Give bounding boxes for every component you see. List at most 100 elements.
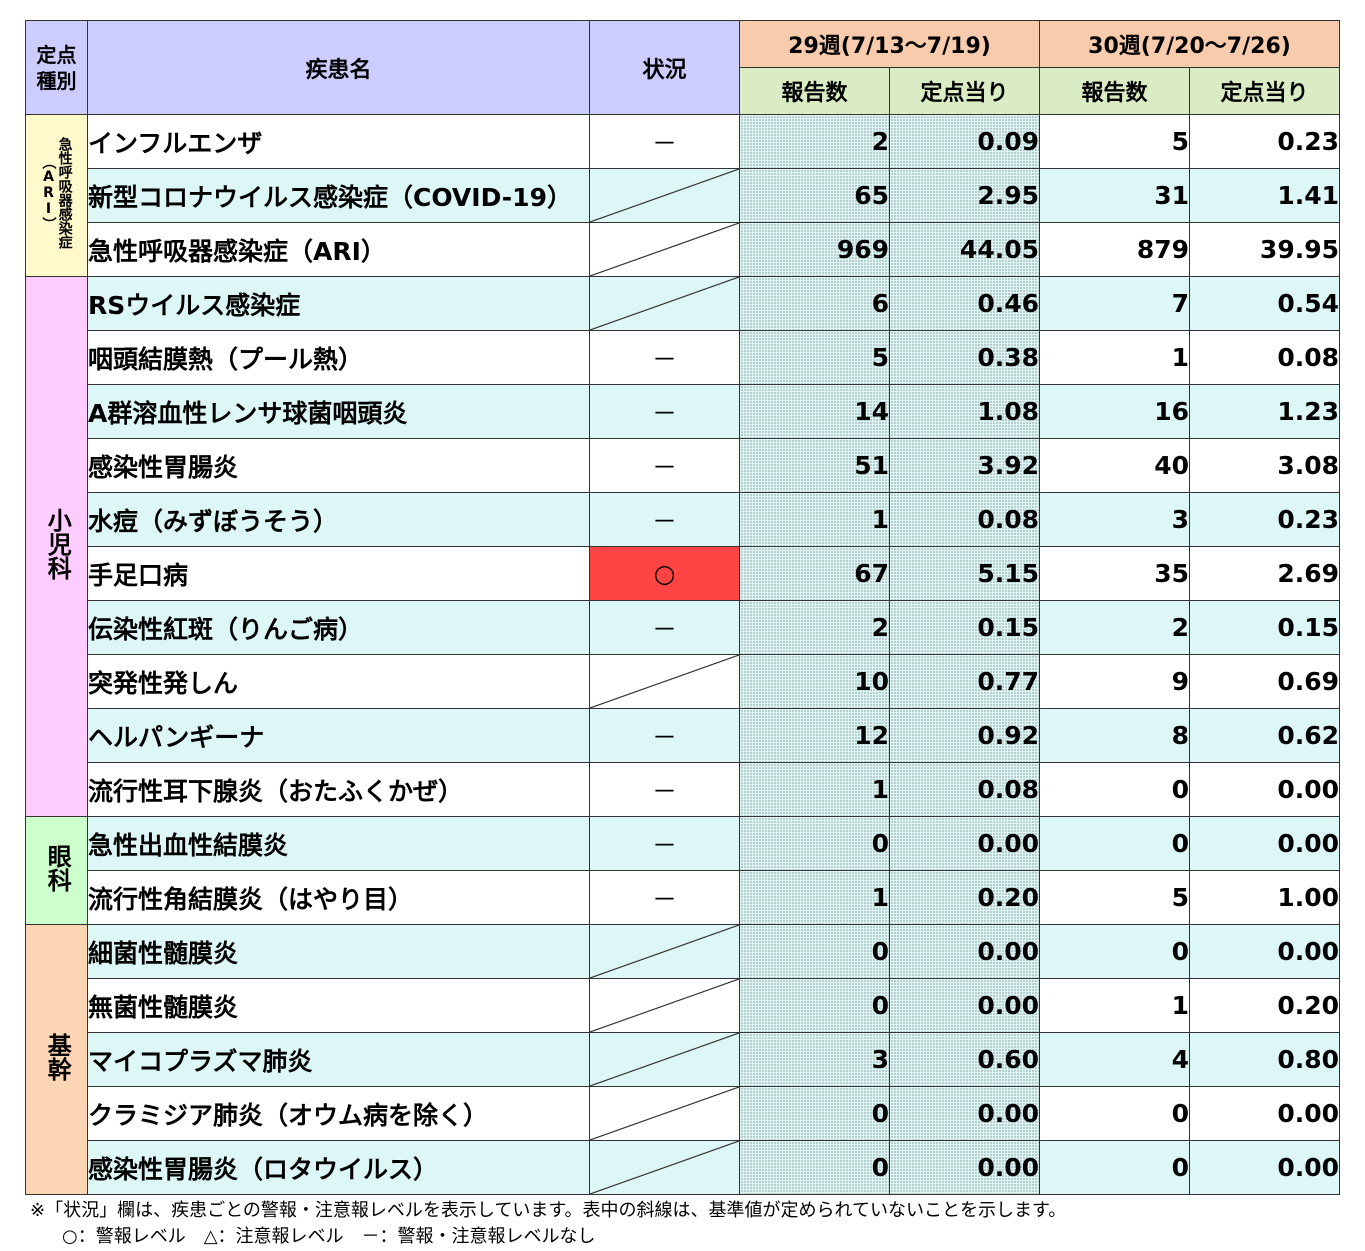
header-disease: 疾患名: [87, 20, 590, 115]
no-threshold-slash: [590, 655, 739, 708]
no-threshold-slash: [590, 1033, 739, 1086]
category-cell: 小児科: [25, 276, 88, 817]
week29-per-site: 0.00: [889, 1086, 1040, 1141]
status-cell: －: [589, 114, 740, 169]
table-row: 水痘（みずぼうそう） － 1 0.08 3 0.23: [26, 492, 1340, 547]
no-threshold-slash: [590, 925, 739, 978]
week29-per-site: 3.92: [889, 438, 1040, 493]
week30-reports: 5: [1039, 114, 1190, 169]
disease-name: 無菌性髄膜炎: [87, 978, 590, 1033]
table-row: クラミジア肺炎（オウム病を除く） 0 0.00 0 0.00: [26, 1086, 1340, 1141]
week29-per-site: 0.08: [889, 762, 1040, 817]
no-alert-mark: －: [651, 884, 677, 914]
week29-per-site: 0.38: [889, 330, 1040, 385]
no-threshold-slash: [590, 1087, 739, 1140]
header-week29: 29週(7/13～7/19): [739, 20, 1040, 68]
week30-reports: 1: [1039, 978, 1190, 1033]
table-row: 感染性胃腸炎（ロタウイルス） 0 0.00 0 0.00: [26, 1140, 1340, 1195]
week30-per-site: 0.62: [1189, 708, 1340, 763]
no-threshold-slash: [590, 223, 739, 276]
status-cell: [589, 654, 740, 709]
table-row: 無菌性髄膜炎 0 0.00 1 0.20: [26, 978, 1340, 1033]
disease-name: 急性呼吸器感染症（ARI）: [87, 222, 590, 277]
table-body: 急性呼吸器感染症（ARI） インフルエンザ－ 2 0.09 5 0.23 新型コロナウイルス…: [25, 114, 1340, 1195]
header-week30: 30週(7/20～7/26): [1039, 20, 1340, 68]
week30-per-site: 1.23: [1189, 384, 1340, 439]
category-cell: 急性呼吸器感染症（ARI）: [25, 114, 88, 277]
no-alert-mark: －: [651, 506, 677, 536]
header-category: 定点種別: [25, 20, 88, 115]
table-row: ヘルパンギーナ － 12 0.92 8 0.62: [26, 708, 1340, 763]
disease-name: RSウイルス感染症: [87, 276, 590, 331]
no-alert-mark: －: [651, 722, 677, 752]
week30-reports: 0: [1039, 816, 1190, 871]
status-cell: [589, 1032, 740, 1087]
week30-reports: 0: [1039, 762, 1190, 817]
week29-per-site: 0.00: [889, 924, 1040, 979]
header-status: 状況: [589, 20, 740, 115]
status-cell: －: [589, 762, 740, 817]
alarm-level-mark: ○: [653, 559, 676, 588]
header-week30-reports: 報告数: [1039, 67, 1190, 115]
category-cell: 基幹: [25, 924, 88, 1195]
table-row: 感染性胃腸炎 － 51 3.92 40 3.08: [26, 438, 1340, 493]
status-cell: [589, 168, 740, 223]
footnote-legend: ○：警報レベル △：注意報レベル －：警報・注意報レベルなし: [62, 1226, 596, 1247]
disease-name: 新型コロナウイルス感染症（COVID-19）: [87, 168, 590, 223]
week29-reports: 2: [739, 600, 890, 655]
week30-per-site: 3.08: [1189, 438, 1340, 493]
week29-reports: 1: [739, 492, 890, 547]
week30-per-site: 0.80: [1189, 1032, 1340, 1087]
no-threshold-slash: [590, 979, 739, 1032]
status-cell: －: [589, 384, 740, 439]
status-cell: [589, 924, 740, 979]
disease-name: 突発性発しん: [87, 654, 590, 709]
table-row: 突発性発しん 10 0.77 9 0.69: [26, 654, 1340, 709]
week30-per-site: 0.23: [1189, 492, 1340, 547]
week29-reports: 0: [739, 1086, 890, 1141]
week30-per-site: 0.54: [1189, 276, 1340, 331]
header-week29-reports: 報告数: [739, 67, 890, 115]
week30-per-site: 0.20: [1189, 978, 1340, 1033]
week29-reports: 3: [739, 1032, 890, 1087]
disease-name: 流行性耳下腺炎（おたふくかぜ）: [87, 762, 590, 817]
week30-reports: 0: [1039, 1140, 1190, 1195]
week29-per-site: 44.05: [889, 222, 1040, 277]
status-cell: －: [589, 708, 740, 763]
week30-per-site: 39.95: [1189, 222, 1340, 277]
week29-reports: 51: [739, 438, 890, 493]
disease-name: 急性出血性結膜炎: [87, 816, 590, 871]
category-cell: 眼科: [25, 816, 88, 925]
status-cell: －: [589, 492, 740, 547]
week30-per-site: 0.00: [1189, 1140, 1340, 1195]
week30-reports: 0: [1039, 924, 1190, 979]
status-cell: [589, 1086, 740, 1141]
disease-name: 伝染性紅斑（りんご病）: [87, 600, 590, 655]
week30-reports: 40: [1039, 438, 1190, 493]
no-threshold-slash: [590, 169, 739, 222]
week30-reports: 7: [1039, 276, 1190, 331]
header-week30-per-site: 定点当り: [1189, 67, 1340, 115]
status-cell: －: [589, 600, 740, 655]
disease-name: マイコプラズマ肺炎: [87, 1032, 590, 1087]
table-row: 咽頭結膜熱（プール熱） － 5 0.38 1 0.08: [26, 330, 1340, 385]
week30-reports: 4: [1039, 1032, 1190, 1087]
no-alert-mark: －: [651, 830, 677, 860]
disease-name: 感染性胃腸炎: [87, 438, 590, 493]
disease-name: ヘルパンギーナ: [87, 708, 590, 763]
week30-reports: 879: [1039, 222, 1190, 277]
week29-per-site: 0.60: [889, 1032, 1040, 1087]
disease-name: インフルエンザ: [87, 114, 590, 169]
week29-reports: 14: [739, 384, 890, 439]
week29-per-site: 0.92: [889, 708, 1040, 763]
table-row: 基幹 細菌性髄膜炎 0 0.00 0 0.00: [25, 924, 1340, 1195]
week29-per-site: 5.15: [889, 546, 1040, 601]
week29-per-site: 0.08: [889, 492, 1040, 547]
header-week29-per-site: 定点当り: [889, 67, 1040, 115]
week30-reports: 3: [1039, 492, 1190, 547]
week29-per-site: 2.95: [889, 168, 1040, 223]
week29-reports: 5: [739, 330, 890, 385]
week30-per-site: 0.15: [1189, 600, 1340, 655]
week30-per-site: 0.00: [1189, 762, 1340, 817]
table-row: A群溶血性レンサ球菌咽頭炎 － 14 1.08 16 1.23: [26, 384, 1340, 439]
